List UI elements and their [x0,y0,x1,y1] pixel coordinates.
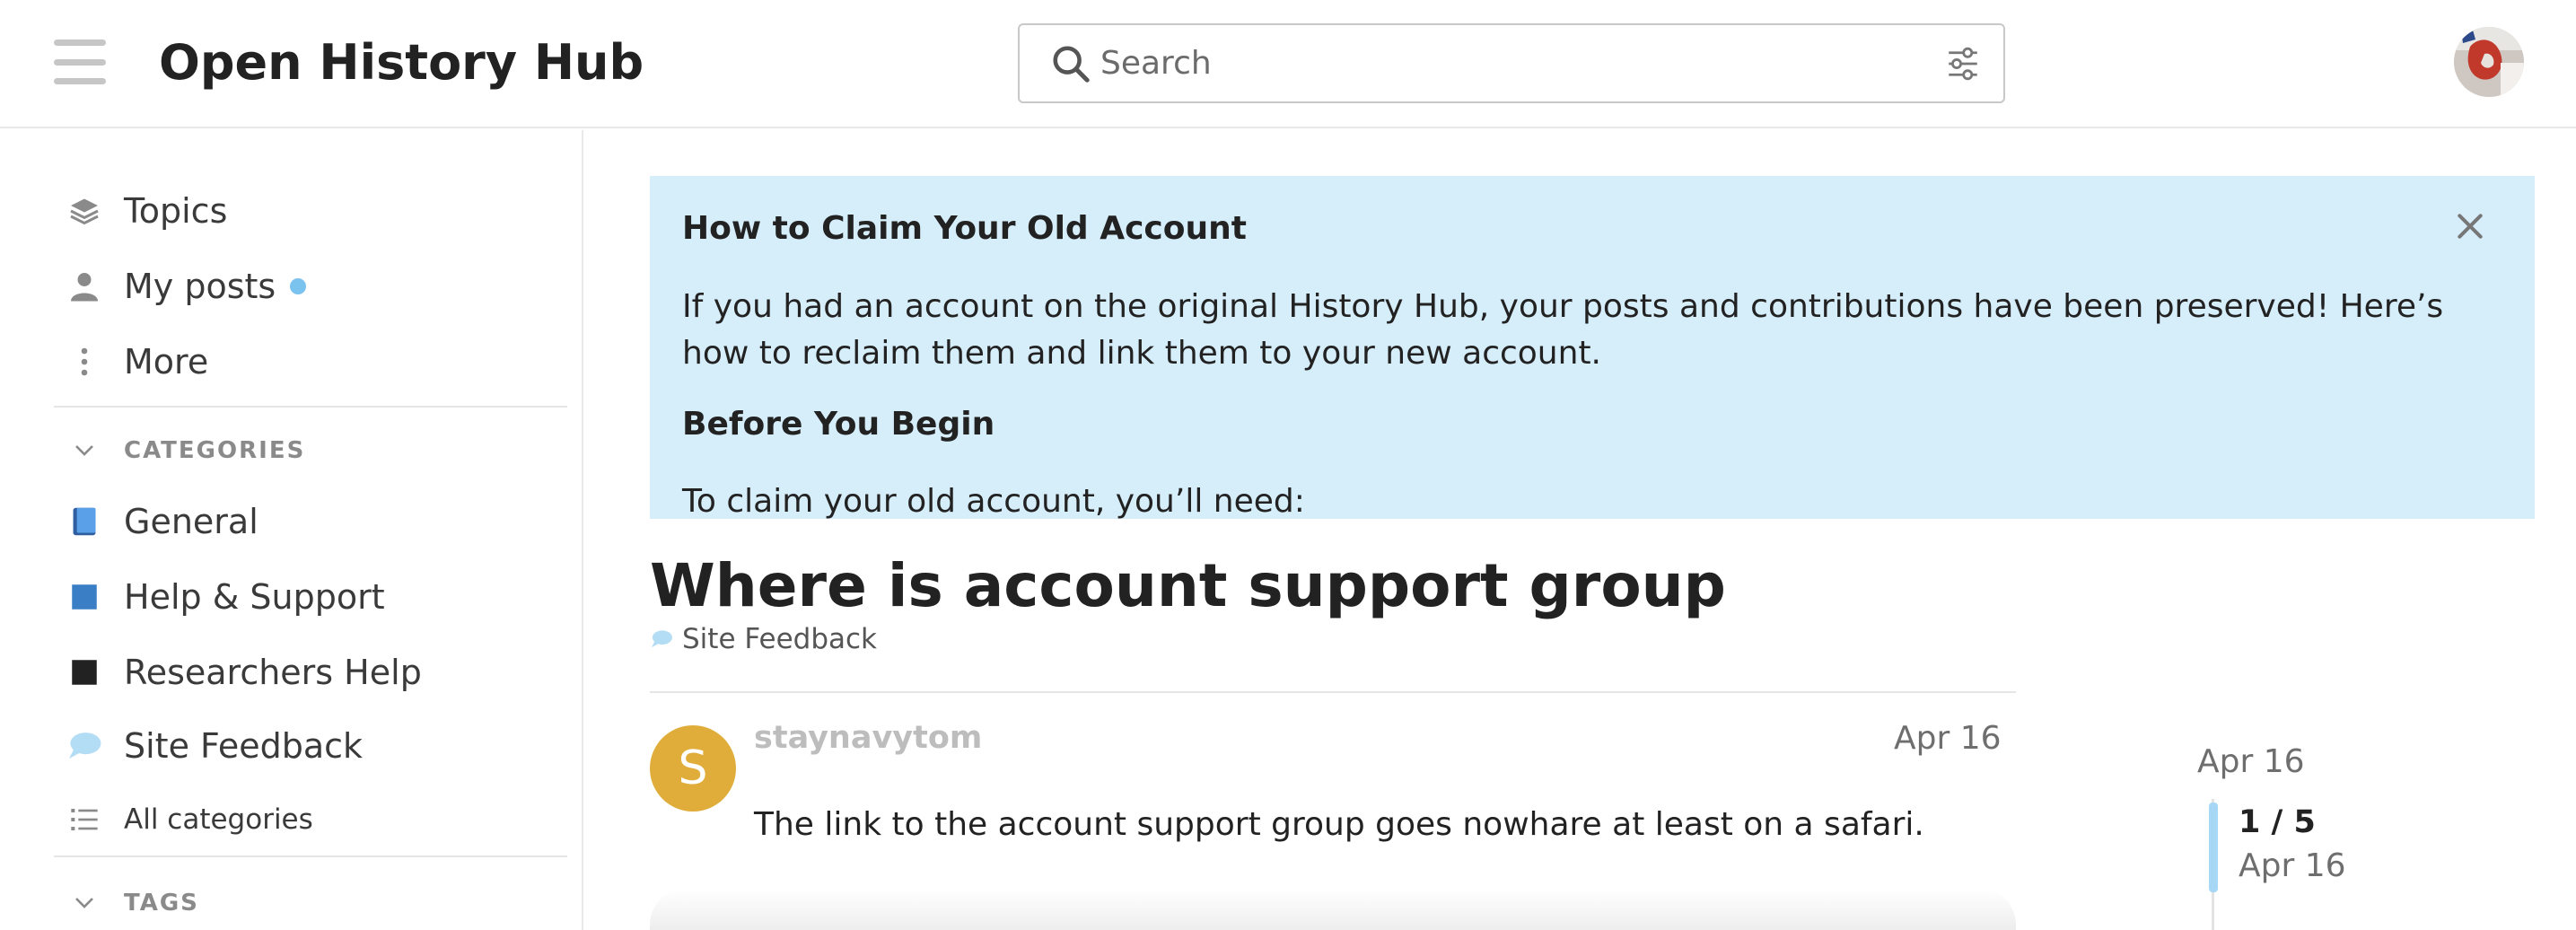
sidebar-item-my-posts[interactable]: My posts [65,259,307,313]
chevron-down-icon [65,890,104,917]
search-input[interactable] [1100,25,1908,101]
sidebar-item-topics[interactable]: Topics [65,184,227,238]
site-title[interactable]: Open History Hub [159,34,644,91]
avatar-image [2454,27,2524,97]
sidebar-item-label: Help & Support [124,577,385,617]
sidebar-item-label: Site Feedback [124,726,363,766]
layers-icon [65,191,104,231]
site-header: Open History Hub [0,0,2576,128]
category-square-icon [65,653,104,692]
user-avatar[interactable] [2454,27,2524,97]
sidebar-category-help-support[interactable]: Help & Support [65,570,385,624]
sidebar-category-general[interactable]: General [65,495,258,548]
chevron-down-icon [65,437,104,464]
close-icon[interactable] [2452,208,2488,244]
banner-paragraph: If you had an account on the original Hi… [682,288,2444,372]
sidebar-item-more[interactable]: More [65,335,208,389]
hamburger-menu-icon[interactable] [54,39,106,84]
topic-category-badge[interactable]: Site Feedback [650,621,877,657]
banner-subheading: Before You Begin [682,406,995,443]
banner-title: How to Claim Your Old Account [682,210,1247,247]
speech-bubble-icon [652,630,672,648]
speech-bubble-icon [65,726,104,766]
topic-divider [650,691,2016,693]
sidebar-divider [54,855,567,857]
tags-heading: TAGS [124,890,199,917]
topic-title[interactable]: Where is account support group [650,551,1726,620]
unread-dot [290,278,307,294]
tags-section-toggle[interactable]: TAGS [65,881,199,926]
categories-section-toggle[interactable]: CATEGORIES [65,428,305,473]
topic-category-label: Site Feedback [682,623,877,655]
category-square-icon [65,577,104,617]
search-filter-icon[interactable] [1944,45,1982,83]
user-icon [65,267,104,306]
sidebar-all-categories[interactable]: All categories [65,793,313,847]
timeline-position: 1 / 5 [2239,804,2316,840]
post-date[interactable]: Apr 16 [1894,720,2002,757]
banner-need-text: To claim your old account, you’ll need: [682,483,1305,519]
timeline-current-date: Apr 16 [2239,847,2346,884]
sidebar-item-label: My posts [124,267,276,306]
categories-heading: CATEGORIES [124,437,306,464]
search-icon [1053,46,1090,83]
category-book-icon [65,502,104,541]
post-fade-shadow [650,889,2016,930]
sidebar-item-label: Topics [124,191,228,231]
sidebar-category-site-feedback[interactable]: Site Feedback [65,719,363,773]
list-icon [65,800,104,839]
vertical-ellipsis-icon [65,342,104,382]
sidebar-category-researchers-help[interactable]: Researchers Help [65,645,422,699]
sidebar-item-label: General [124,502,258,541]
sidebar-divider [54,406,567,408]
sidebar-item-label: Researchers Help [124,653,422,692]
timeline-start-date[interactable]: Apr 16 [2197,743,2305,780]
post-author-avatar[interactable]: S [650,725,736,812]
post-author-username[interactable]: staynavytom [754,720,982,756]
sidebar: Topics My posts More CATEGORIES General … [0,130,583,930]
announcement-banner: How to Claim Your Old Account If you had… [650,176,2535,519]
sidebar-item-label: All categories [124,803,313,836]
timeline-scroll-handle[interactable] [2209,803,2218,892]
post-body: The link to the account support group go… [754,806,1924,843]
sidebar-item-label: More [124,342,209,382]
search-box[interactable] [1018,23,2005,103]
